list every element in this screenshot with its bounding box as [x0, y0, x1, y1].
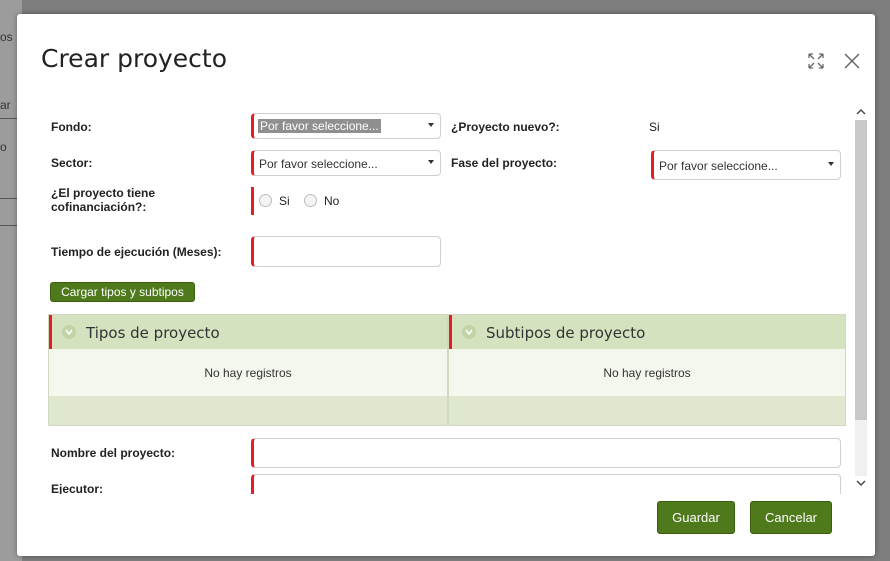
sector-label: Sector: [51, 156, 93, 170]
fase-label: Fase del proyecto: [451, 156, 558, 170]
radio-no-label: No [324, 194, 340, 208]
sector-select-value: Por favor seleccione... [259, 157, 378, 171]
close-icon[interactable] [843, 52, 861, 75]
ejecutor-label: Ejecutor: [51, 482, 104, 494]
fase-select-value: Por favor seleccione... [659, 159, 778, 173]
radio-no[interactable] [304, 194, 317, 207]
scroll-up-icon[interactable] [856, 108, 866, 116]
chevron-down-icon [428, 160, 434, 164]
tipos-grid-header[interactable]: Tipos de proyecto [49, 315, 447, 349]
proyecto-nuevo-value: Si [649, 120, 660, 134]
tipos-grid-footer [49, 396, 447, 425]
background-text: ar [0, 98, 11, 112]
vertical-scrollbar[interactable] [853, 106, 867, 491]
dialog-title: Crear proyecto [41, 44, 228, 73]
tipos-empty-message: No hay registros [49, 349, 447, 398]
ejecutor-input[interactable] [251, 474, 841, 494]
subtipos-grid-title: Subtipos de proyecto [486, 324, 646, 342]
radio-si[interactable] [259, 194, 272, 207]
tipos-grid: Tipos de proyecto No hay registros [48, 314, 448, 426]
fondo-select-value: Por favor seleccione... [258, 119, 381, 133]
sector-select[interactable]: Por favor seleccione... [251, 150, 441, 176]
tipos-grid-title: Tipos de proyecto [86, 324, 220, 342]
nombre-label: Nombre del proyecto: [51, 446, 176, 460]
radio-si-label: Si [279, 194, 290, 208]
tiempo-label: Tiempo de ejecución (Meses): [51, 245, 222, 259]
fase-select[interactable]: Por favor seleccione... [651, 150, 841, 180]
chevron-down-icon [428, 123, 434, 127]
nombre-input[interactable] [251, 438, 841, 468]
chevron-down-icon [462, 325, 476, 339]
load-types-button[interactable]: Cargar tipos y subtipos [50, 282, 195, 302]
save-button[interactable]: Guardar [657, 501, 735, 534]
cofinanciacion-label: ¿El proyecto tiene cofinanciación?: [51, 186, 156, 214]
background-text: os [0, 30, 13, 44]
fondo-select[interactable]: Por favor seleccione... [251, 113, 441, 139]
proyecto-nuevo-label: ¿Proyecto nuevo?: [451, 120, 560, 134]
scroll-thumb[interactable] [855, 120, 867, 420]
background-text: o [0, 140, 7, 154]
cancel-button[interactable]: Cancelar [750, 501, 832, 534]
chevron-down-icon [828, 162, 834, 166]
expand-icon[interactable] [807, 52, 825, 75]
dialog-body: Fondo: Por favor seleccione... Sector: P… [41, 106, 853, 494]
subtipos-empty-message: No hay registros [449, 349, 845, 398]
subtipos-grid: Subtipos de proyecto No hay registros [448, 314, 846, 426]
create-project-dialog: Crear proyecto Fondo: Por favor seleccio… [17, 14, 875, 556]
subtipos-grid-header[interactable]: Subtipos de proyecto [449, 315, 845, 349]
fondo-label: Fondo: [51, 120, 92, 134]
tiempo-input[interactable] [251, 236, 441, 267]
scroll-down-icon[interactable] [856, 479, 866, 487]
chevron-down-icon [62, 325, 76, 339]
subtipos-grid-footer [449, 396, 845, 425]
